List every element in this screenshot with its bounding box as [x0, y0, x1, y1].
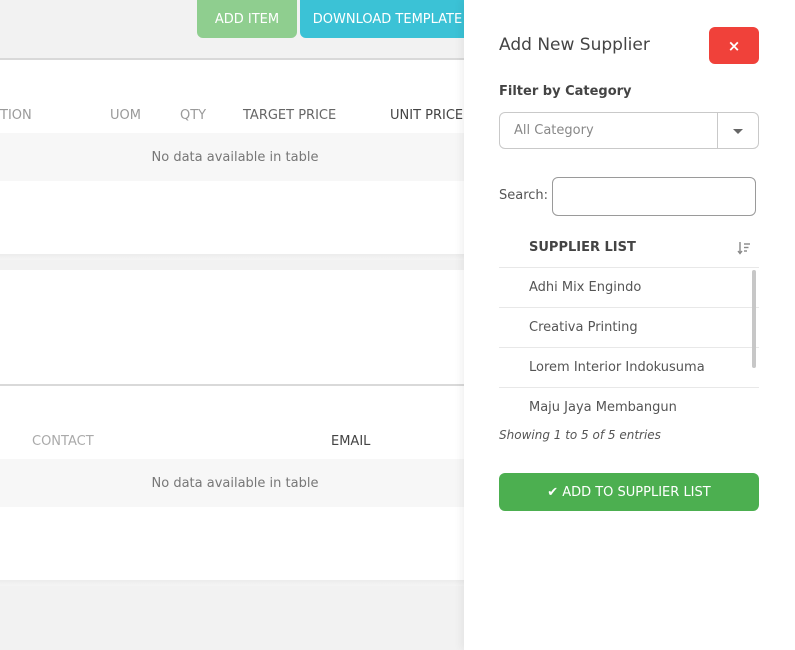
filter-category-label: Filter by Category [499, 84, 632, 99]
add-supplier-panel: Add New Supplier × Filter by Category Al… [464, 0, 795, 650]
chevron-down-icon[interactable] [733, 129, 743, 134]
table-header-contact[interactable]: CONTACT [32, 434, 94, 449]
items-table-card: TION UOM QTY TARGET PRICE UNIT PRICE No … [0, 58, 470, 260]
table-header-qty[interactable]: QTY [180, 108, 206, 123]
add-item-button[interactable]: ADD ITEM [197, 0, 297, 38]
list-item[interactable]: Maju Jaya Membangun [499, 388, 759, 414]
select-divider [717, 113, 718, 148]
table-header-target-price[interactable]: TARGET PRICE [243, 108, 336, 123]
empty-table-message: No data available in table [0, 459, 470, 507]
panel-title: Add New Supplier [499, 35, 650, 55]
supplier-list-scrollbar[interactable] [752, 270, 756, 368]
card-shadow [0, 254, 470, 260]
close-button[interactable]: × [709, 27, 759, 64]
search-label: Search: [499, 188, 549, 203]
table-header-email[interactable]: EMAIL [331, 434, 370, 449]
search-input[interactable] [552, 177, 756, 216]
contacts-table-card: CONTACT EMAIL No data available in table [0, 384, 470, 586]
sort-icon[interactable] [737, 241, 751, 255]
supplier-list: Adhi Mix Engindo Creativa Printing Lorem… [499, 268, 759, 414]
supplier-list-title: SUPPLIER LIST [529, 240, 636, 255]
supplier-list-header[interactable]: SUPPLIER LIST [499, 229, 759, 268]
list-item[interactable]: Adhi Mix Engindo [499, 268, 759, 308]
add-to-supplier-list-label: ADD TO SUPPLIER LIST [562, 484, 711, 500]
middle-card [0, 270, 470, 385]
table-header-unit-price[interactable]: UNIT PRICE [390, 108, 463, 123]
download-template-button[interactable]: DOWNLOAD TEMPLATE [300, 0, 475, 38]
category-select[interactable]: All Category [499, 112, 759, 149]
check-icon: ✔ [547, 484, 559, 500]
empty-table-message: No data available in table [0, 133, 470, 181]
card-shadow [0, 580, 470, 586]
table-header-description[interactable]: TION [0, 108, 32, 123]
add-to-supplier-list-button[interactable]: ✔ ADD TO SUPPLIER LIST [499, 473, 759, 511]
list-item[interactable]: Lorem Interior Indokusuma [499, 348, 759, 388]
table-header-uom[interactable]: UOM [110, 108, 141, 123]
table-info: Showing 1 to 5 of 5 entries [499, 428, 661, 442]
list-item[interactable]: Creativa Printing [499, 308, 759, 348]
category-select-value: All Category [514, 123, 594, 138]
close-icon: × [727, 36, 741, 55]
